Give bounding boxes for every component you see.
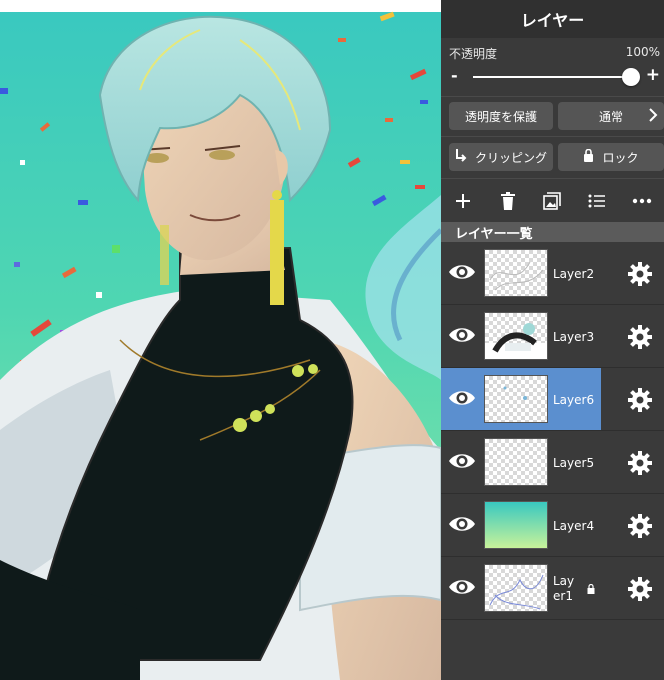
- gear-icon[interactable]: [627, 450, 653, 476]
- gear-icon[interactable]: [627, 261, 653, 287]
- layer-list: Layer2 Layer3 Layer6 Layer5 Layer4 Lay er1: [441, 242, 664, 620]
- layer-lock-icon: [587, 583, 595, 597]
- chevron-right-icon: [648, 107, 658, 126]
- layer-toolbar: [441, 184, 664, 218]
- protect-alpha-label: 透明度を保護: [464, 109, 537, 124]
- opacity-slider-knob[interactable]: [622, 68, 640, 86]
- panel-title: レイヤー: [441, 0, 664, 38]
- layer-name: Lay er1: [553, 573, 575, 603]
- opacity-decrease-button[interactable]: -: [451, 66, 458, 85]
- divider: [441, 136, 664, 137]
- opacity-label: 不透明度: [449, 47, 498, 61]
- layer-name: Layer6: [553, 392, 595, 407]
- eye-icon[interactable]: [447, 575, 477, 599]
- layer-list-button[interactable]: [582, 186, 612, 216]
- image-icon: [543, 192, 562, 210]
- layer-row-layer2[interactable]: Layer2: [441, 242, 664, 305]
- layer-row-layer5[interactable]: Layer5: [441, 431, 664, 494]
- opacity-slider-fill: [473, 76, 631, 78]
- layer-name: Layer2: [553, 266, 595, 281]
- layer-row-layer1[interactable]: Lay er1: [441, 557, 664, 620]
- opacity-value: 100%: [625, 45, 660, 59]
- layer-name: Layer5: [553, 455, 595, 470]
- protect-alpha-button[interactable]: 透明度を保護: [449, 102, 553, 130]
- clipping-icon: [455, 148, 467, 166]
- layer-row-layer3[interactable]: Layer3: [441, 305, 664, 368]
- eye-icon[interactable]: [447, 449, 477, 473]
- layer-row-layer4[interactable]: Layer4: [441, 494, 664, 557]
- add-icon: [456, 194, 471, 208]
- trash-icon: [500, 192, 515, 210]
- layer-panel: レイヤー 不透明度 100% - + 透明度を保護 通常 クリッピング ロック: [441, 0, 664, 680]
- artwork: [0, 0, 441, 680]
- lock-label: ロック: [602, 150, 639, 165]
- gear-icon[interactable]: [627, 324, 653, 350]
- eye-icon[interactable]: [447, 386, 477, 410]
- layer-name: Layer4: [553, 518, 595, 533]
- list-icon: [588, 194, 606, 208]
- drawing-canvas[interactable]: [0, 0, 441, 680]
- gear-icon[interactable]: [627, 387, 653, 413]
- layer-thumbnail: [484, 564, 548, 612]
- more-icon: [632, 198, 651, 204]
- layer-thumbnail: [484, 249, 548, 297]
- import-image-button[interactable]: [537, 186, 567, 216]
- layer-thumbnail: [484, 438, 548, 486]
- blend-mode-label: 通常: [598, 109, 623, 124]
- divider: [441, 178, 664, 179]
- layer-list-header: レイヤー一覧: [441, 222, 664, 242]
- clipping-button[interactable]: クリッピング: [449, 143, 553, 171]
- gear-icon[interactable]: [627, 513, 653, 539]
- lock-button[interactable]: ロック: [558, 143, 664, 171]
- layer-name: Layer3: [553, 329, 595, 344]
- layer-thumbnail: [484, 501, 548, 549]
- eye-icon[interactable]: [447, 260, 477, 284]
- eye-icon[interactable]: [447, 323, 477, 347]
- more-options-button[interactable]: [627, 186, 657, 216]
- delete-layer-button[interactable]: [493, 186, 523, 216]
- layer-thumbnail: [484, 312, 548, 360]
- blend-mode-button[interactable]: 通常: [558, 102, 664, 130]
- opacity-slider[interactable]: [473, 76, 631, 78]
- clipping-label: クリッピング: [474, 150, 547, 165]
- layer-thumbnail: [484, 375, 548, 423]
- opacity-increase-button[interactable]: +: [646, 65, 660, 85]
- gear-icon[interactable]: [627, 576, 653, 602]
- layer-row-layer6[interactable]: Layer6: [441, 368, 664, 431]
- eye-icon[interactable]: [447, 512, 477, 536]
- add-layer-button[interactable]: [448, 186, 478, 216]
- lock-icon: [583, 148, 594, 166]
- divider: [441, 96, 664, 97]
